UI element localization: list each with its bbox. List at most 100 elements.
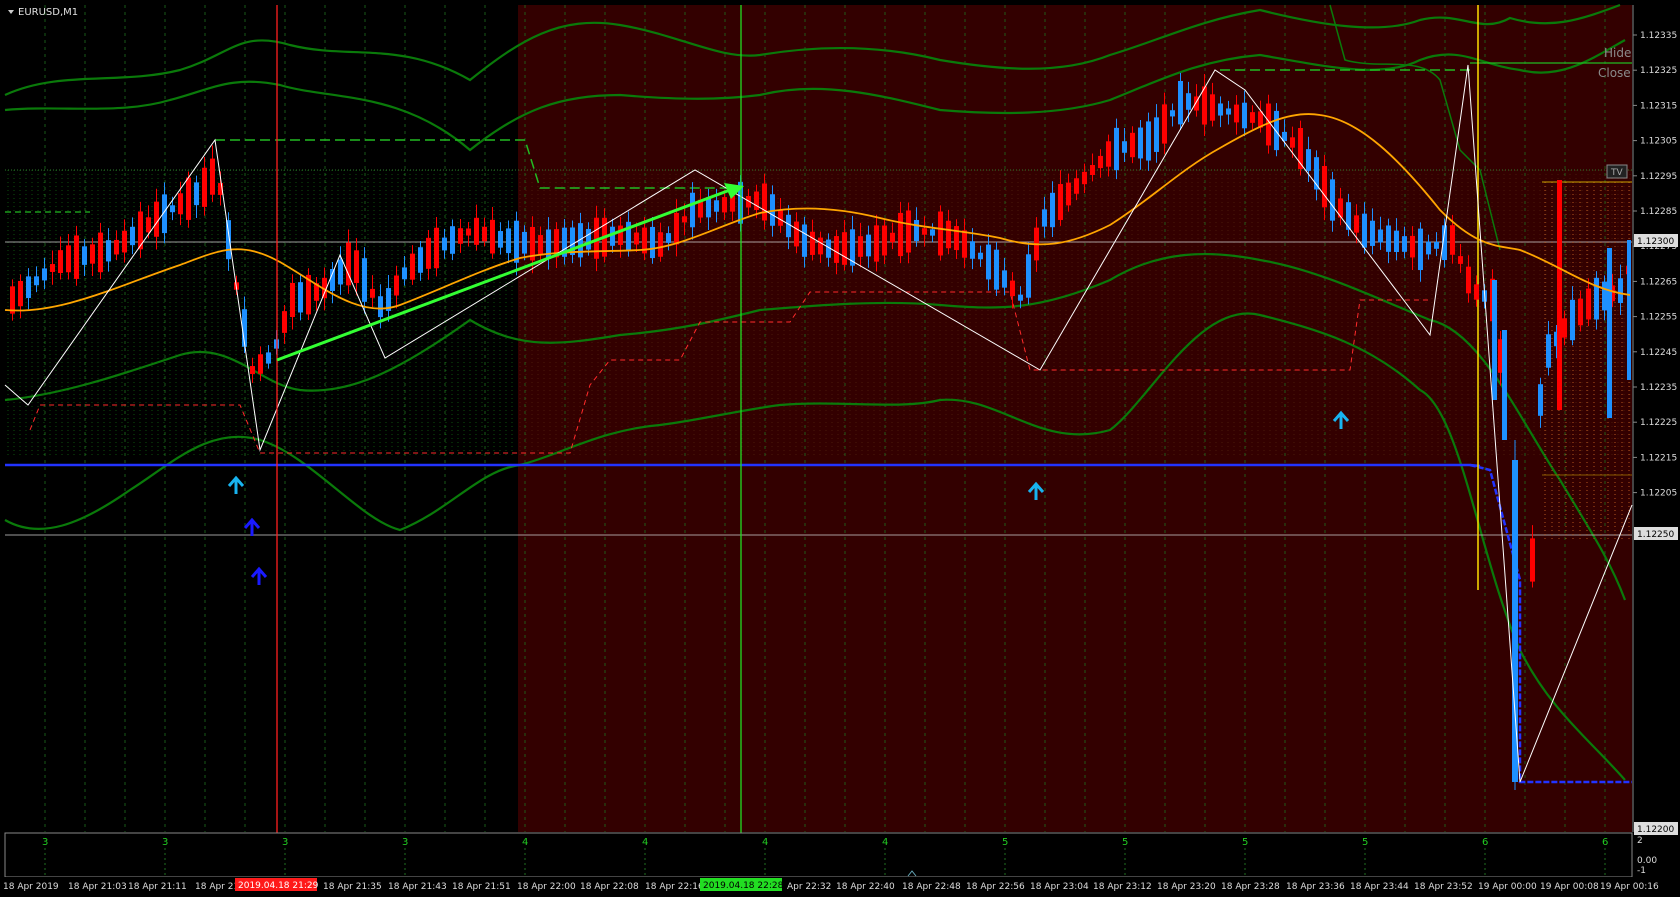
candle-body [1402, 236, 1407, 252]
time-label: 18 Apr 23:44 [1350, 882, 1409, 892]
candle-body [1042, 209, 1047, 227]
candle-body [154, 201, 159, 237]
indicator-value: 4 [762, 837, 768, 848]
price-axis[interactable]: 1.12335 1.12325 1.12315 1.12305 1.12295 1.122… [1632, 0, 1680, 897]
candle-body [338, 259, 343, 285]
candle-body [818, 237, 823, 255]
candle-body [266, 352, 271, 364]
candle-body [1122, 141, 1127, 153]
candle-body [426, 237, 431, 269]
candle-body [1138, 127, 1143, 159]
candle-body [26, 276, 31, 299]
candle-body [178, 193, 183, 215]
candle-body [498, 231, 503, 248]
candle-body [1130, 132, 1135, 158]
candle-body [410, 253, 415, 280]
candle-body [202, 167, 207, 207]
close-button[interactable]: Close [1598, 66, 1631, 80]
symbol-title[interactable]: EURUSD,M1 [8, 7, 78, 18]
candle-body [898, 212, 903, 257]
candle-body [282, 311, 287, 333]
lower-price-box: 1.12250 [1634, 527, 1678, 540]
candle-body [1114, 127, 1119, 171]
candle-body [1306, 149, 1311, 171]
candle-body [722, 197, 727, 213]
candle-body [1170, 110, 1175, 117]
time-label: 19 Apr 00:08 [1540, 882, 1599, 892]
time-label: 18 Apr 22:08 [580, 882, 639, 892]
lower-price-value: 1.12250 [1637, 530, 1674, 540]
time-marker-red: 2019.04.18 21:29 [235, 878, 319, 891]
candle-body [762, 183, 767, 221]
trading-chart[interactable]: EURUSD,M1 Hide Close TV 1.123351.123251.… [0, 0, 1680, 897]
candle-body [418, 247, 423, 273]
candle-body [1538, 384, 1543, 416]
hide-button[interactable]: Hide [1604, 46, 1631, 60]
candle-body [866, 234, 871, 257]
candle-body [1492, 280, 1497, 400]
indicator-axis-mid: 0.00 [1637, 856, 1657, 866]
indicator-value: 5 [1002, 837, 1008, 848]
time-label: 18 Apr 21:03 [68, 882, 127, 892]
candle-body [1562, 318, 1567, 338]
candle-body [394, 275, 399, 296]
candle-body [1226, 108, 1231, 115]
time-marker-green-label: 2019.04.18 22:28 [703, 881, 784, 891]
candle-body [1026, 254, 1031, 298]
candle-body [74, 235, 79, 279]
candle-body [474, 217, 479, 245]
candle-body [362, 258, 367, 302]
tv-button[interactable]: TV [1606, 164, 1628, 179]
candle-body [890, 232, 895, 243]
candle-body [258, 354, 263, 374]
time-marker-red-label: 2019.04.18 21:29 [238, 881, 319, 891]
bottom-price-value: 1.12200 [1637, 825, 1674, 835]
price-label: 1.12225 [1640, 418, 1677, 428]
candle-body [98, 232, 103, 273]
time-label: 18 Apr 23:52 [1414, 882, 1473, 892]
candle-body [1162, 104, 1167, 144]
candle-body [434, 227, 439, 269]
candle-body [1450, 225, 1455, 255]
main-chart-pane[interactable] [4, 3, 1633, 877]
candle-body [962, 230, 967, 258]
indicator-value: 4 [522, 837, 528, 848]
candle-body [786, 214, 791, 238]
candle-body [906, 210, 911, 253]
time-marker-green: 2019.04.18 22:28 [700, 878, 784, 891]
candle-body [1290, 137, 1295, 148]
candle-body [1434, 241, 1439, 249]
candle-body [1218, 103, 1223, 116]
candle-body [1426, 241, 1431, 255]
candle-body [810, 231, 815, 255]
candle-body [490, 219, 495, 254]
time-label: 18 Apr 23:04 [1030, 882, 1089, 892]
candle-body [42, 268, 47, 281]
candle-body [1394, 230, 1399, 253]
candle-body [1410, 235, 1415, 258]
candle-body [186, 177, 191, 220]
candle-body [634, 232, 639, 245]
candle-body [1378, 229, 1383, 243]
candle-body [106, 240, 111, 262]
candle-body [970, 241, 975, 259]
candle-body [1202, 86, 1207, 125]
indicator-value: 3 [402, 837, 408, 848]
candle-body [1346, 202, 1351, 230]
price-label: 1.12215 [1640, 453, 1677, 463]
candle-body [802, 224, 807, 257]
candle-body [34, 276, 39, 286]
candle-body [506, 228, 511, 254]
price-label: 1.12335 [1640, 31, 1677, 41]
price-label: 1.12285 [1640, 207, 1677, 217]
current-price-value: 1.12300 [1637, 237, 1674, 247]
time-label: 18 Apr 23:12 [1093, 882, 1152, 892]
candle-body [1418, 228, 1423, 271]
time-axis[interactable]: 18 Apr 2019 18 Apr 21:03 18 Apr 21:11 18 Ap… [0, 877, 1680, 897]
time-label: 18 Apr 23:36 [1286, 882, 1345, 892]
indicator-value: 6 [1482, 837, 1488, 848]
time-label: 18 Apr 21:11 [128, 882, 187, 892]
candle-body [522, 231, 527, 254]
candle-body [538, 235, 543, 255]
indicator-pane[interactable]: 3 3 3 3 4 4 4 4 5 5 5 5 6 6 2 0.00 -1 [4, 832, 1657, 878]
